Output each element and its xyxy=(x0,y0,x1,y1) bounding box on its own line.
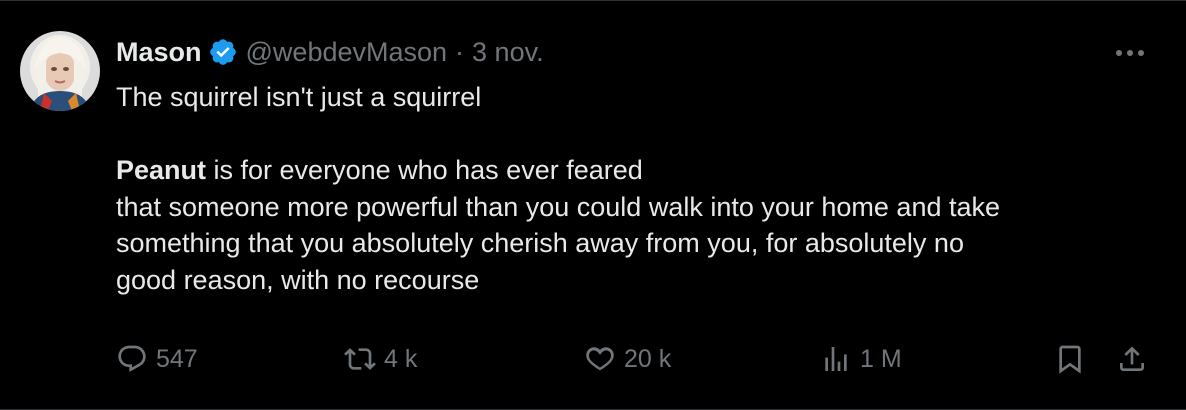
separator-dot: · xyxy=(455,36,465,67)
more-options-button[interactable] xyxy=(1110,39,1150,67)
bookmark-icon xyxy=(1059,345,1081,374)
more-icon xyxy=(1116,50,1144,56)
tweet-card[interactable]: Mason @webdevMason · 3 nov. The squirrel… xyxy=(0,0,1186,410)
reply-button[interactable]: 547 xyxy=(116,341,198,377)
tweet-line: that someone more powerful than you coul… xyxy=(116,191,1001,222)
share-button[interactable] xyxy=(1116,341,1156,377)
tweet-date[interactable]: 3 nov. xyxy=(472,37,544,68)
action-bar: 547 4 k 20 k 1 M xyxy=(116,341,1156,377)
like-count: 20 k xyxy=(624,344,672,373)
reply-count: 547 xyxy=(156,344,198,373)
views-button[interactable]: 1 M xyxy=(820,341,902,377)
repost-count: 4 k xyxy=(384,344,418,373)
author-handle[interactable]: @webdevMason xyxy=(246,37,448,68)
avatar[interactable] xyxy=(20,31,100,111)
like-icon xyxy=(586,347,614,371)
tweet-text: The squirrel isn't just a squirrel Peanu… xyxy=(116,79,1156,298)
reply-icon xyxy=(118,345,146,372)
tweet-line: Peanut is for everyone who has ever fear… xyxy=(116,152,1156,189)
tweet-line: something that you absolutely cherish aw… xyxy=(116,228,964,258)
bold-word: Peanut xyxy=(116,155,207,185)
tweet-line: The squirrel isn't just a squirrel xyxy=(116,82,482,112)
views-icon xyxy=(825,347,847,371)
repost-button[interactable]: 4 k xyxy=(344,341,417,377)
bookmark-button[interactable] xyxy=(1054,341,1094,377)
share-icon xyxy=(1120,346,1144,371)
tweet-line: good reason, with no recourse xyxy=(116,264,480,295)
like-button[interactable]: 20 k xyxy=(584,341,671,377)
tweet-header: Mason @webdevMason · 3 nov. xyxy=(116,34,544,70)
author-name[interactable]: Mason xyxy=(116,37,202,68)
tweet-line-rest: is for everyone who has ever feared xyxy=(206,155,643,185)
views-count: 1 M xyxy=(860,344,902,373)
verified-badge-icon xyxy=(209,39,236,65)
repost-icon xyxy=(344,348,376,370)
